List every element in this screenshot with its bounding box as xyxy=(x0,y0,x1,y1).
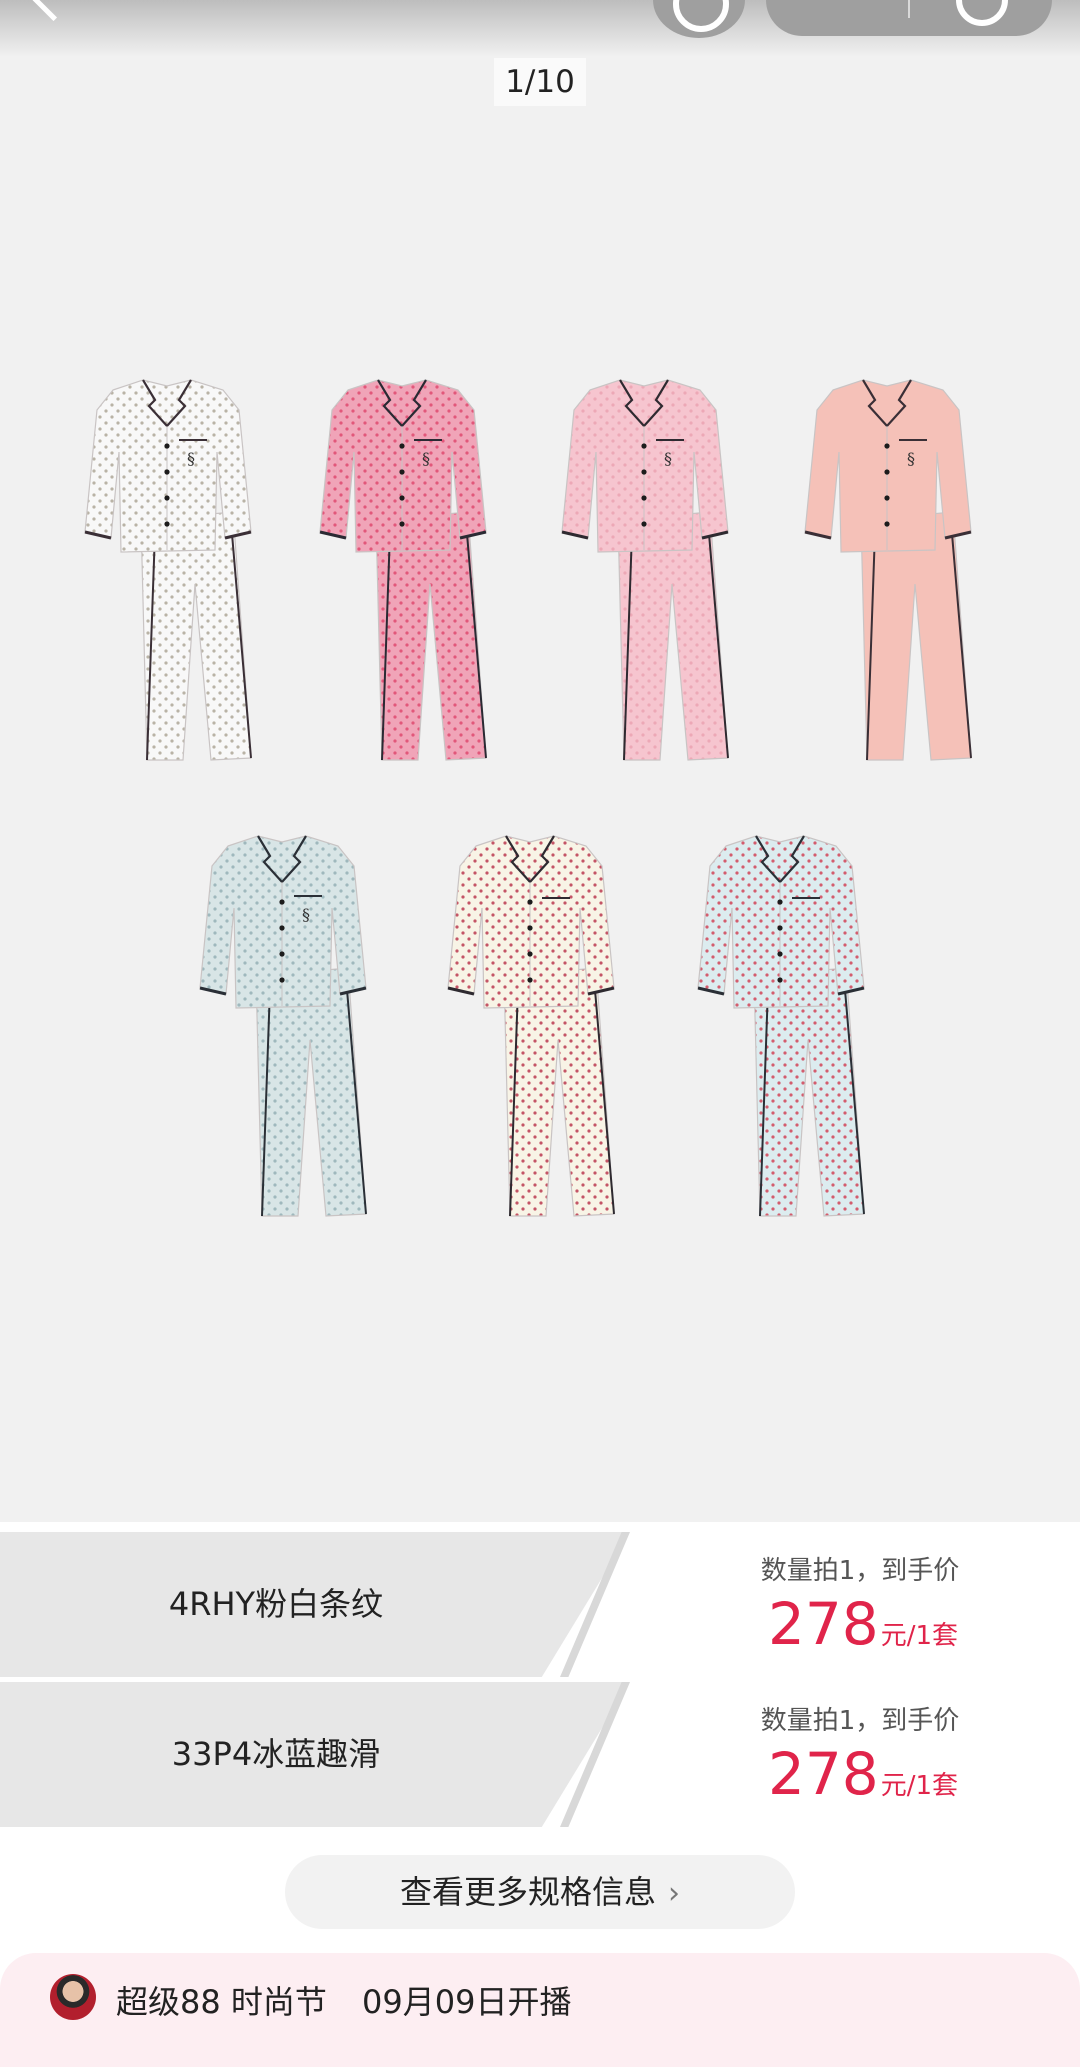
pajama-set-mint-leopard: § xyxy=(199,835,367,1217)
svg-text:§: § xyxy=(422,449,430,468)
spec-name: 33P4冰蓝趣滑 xyxy=(171,1735,381,1773)
spec-price-hint: 数量拍1，到手价 xyxy=(760,1556,960,1586)
back-arrow-icon[interactable] xyxy=(25,0,82,22)
pajama-set-pink-stripe: § xyxy=(561,379,729,761)
product-image-gallery[interactable]: 1/10 § § § § § xyxy=(0,0,1080,1522)
spec-price-value: 278 xyxy=(768,1590,879,1658)
spec-price-unit: 元/1套 xyxy=(880,1621,959,1651)
spec-row-pink-stripe[interactable]: 4RHY粉白条纹 数量拍1，到手价 278元/1套 xyxy=(0,1532,1080,1677)
pajama-set-peach: § xyxy=(804,379,972,761)
capsule-divider xyxy=(908,0,910,18)
close-ring-icon[interactable] xyxy=(956,0,1008,26)
top-nav-bar xyxy=(0,0,1080,56)
image-page-indicator: 1/10 xyxy=(494,58,586,106)
host-avatar xyxy=(50,1974,96,2020)
more-specs-label: 查看更多规格信息 xyxy=(399,1873,656,1911)
chevron-right-icon: › xyxy=(668,1876,680,1911)
spec-name: 4RHY粉白条纹 xyxy=(168,1585,384,1623)
pajama-set-pink-leopard: § xyxy=(319,379,487,761)
more-specs-button[interactable]: 查看更多规格信息 › xyxy=(285,1855,795,1929)
live-event-title: 超级88 时尚节 xyxy=(116,1983,327,2021)
svg-text:§: § xyxy=(187,449,195,468)
spec-row-ice-blue[interactable]: 33P4冰蓝趣滑 数量拍1，到手价 278元/1套 xyxy=(0,1682,1080,1827)
share-button[interactable] xyxy=(653,0,745,38)
svg-text:§: § xyxy=(302,905,310,924)
spec-price-hint: 数量拍1，到手价 xyxy=(760,1706,960,1736)
spec-price: 278元/1套 xyxy=(768,1740,958,1808)
mini-program-capsule[interactable] xyxy=(766,0,1052,36)
live-stream-banner[interactable]: 超级88 时尚节 09月09日开播 xyxy=(0,1953,1080,2067)
pajama-set-cream-cherry xyxy=(447,835,615,1217)
svg-text:§: § xyxy=(907,449,915,468)
svg-text:§: § xyxy=(664,449,672,468)
live-start-date: 09月09日开播 xyxy=(362,1983,572,2021)
pajama-set-iceblue-cherry xyxy=(697,835,865,1217)
share-ring-icon xyxy=(673,0,729,32)
spec-price-value: 278 xyxy=(768,1740,879,1808)
spec-price: 278元/1套 xyxy=(768,1590,958,1658)
pajama-set-white: § xyxy=(84,379,252,761)
spec-price-unit: 元/1套 xyxy=(880,1771,959,1801)
